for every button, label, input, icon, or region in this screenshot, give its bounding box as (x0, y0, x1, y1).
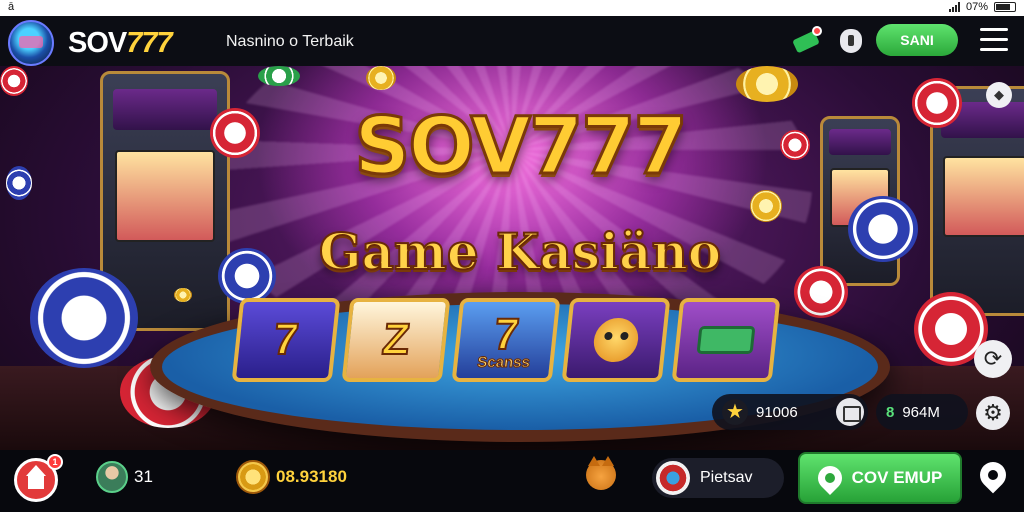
brand-wordmark[interactable]: SOV777 (68, 27, 173, 60)
reel-symbol: Z (379, 314, 413, 365)
brand-text-yellow: 777 (126, 27, 172, 59)
cat-icon[interactable] (586, 456, 616, 490)
battery-icon (994, 2, 1016, 12)
casino-chip (258, 66, 300, 86)
gem-counter[interactable]: 8 964M (876, 394, 968, 430)
join-button[interactable]: COV EMUP (798, 452, 962, 504)
status-right: 07% (948, 1, 1016, 13)
gem-icon: 8 (886, 403, 895, 421)
wallet-icon[interactable] (836, 398, 864, 426)
reel-symbol: 7 (270, 314, 302, 365)
reel-3: 7 Scanss (451, 298, 561, 382)
avatar[interactable] (96, 461, 128, 493)
casino-chip (218, 248, 276, 304)
top-app-bar: SOV777 Nasnino o Terbaik SANI (0, 16, 1024, 66)
casino-chip (912, 78, 962, 128)
reel-symbol: 7 (491, 309, 523, 360)
menu-icon[interactable] (980, 28, 1008, 52)
star-icon: ★ (722, 399, 748, 425)
tagline: Nasnino o Terbaik (226, 33, 354, 50)
wheel-icon (656, 461, 690, 495)
shield-icon[interactable] (838, 28, 864, 54)
casino-chip (6, 166, 32, 200)
hero-subtitle: Game Kasiäno (318, 221, 722, 282)
slot-reels: 7 Z 7 Scanss (231, 298, 796, 382)
coin-icon[interactable] (236, 460, 270, 494)
casino-chip (736, 66, 798, 102)
status-left-glyph: ā (8, 1, 15, 13)
hero-title: SOV777 (353, 101, 690, 194)
battery-percent: 07% (965, 1, 988, 13)
reel-1: 7 (231, 298, 341, 382)
casino-chip (174, 288, 192, 302)
bottom-nav-bar: 1 31 08.93180 Pietsav COV EMUP (0, 450, 1024, 512)
player-pill[interactable]: Pietsav (652, 458, 784, 498)
player-level: 31 (134, 467, 153, 486)
signal-icon (948, 2, 960, 12)
casino-chip (210, 108, 260, 158)
refresh-icon[interactable]: ⟳ (974, 340, 1012, 378)
cash-icon (696, 326, 756, 354)
reel-2: Z (341, 298, 451, 382)
coin-counter-value: 91006 (756, 403, 798, 421)
heart-icon (812, 461, 847, 495)
player-name: Pietsav (700, 469, 753, 486)
casino-chip (366, 66, 396, 90)
money-icon[interactable] (792, 26, 822, 54)
location-icon[interactable] (974, 456, 1012, 496)
balance-value: 08.93180 (276, 467, 347, 486)
fox-icon (591, 318, 641, 362)
signin-button[interactable]: SANI (876, 24, 958, 56)
reel-caption: Scanss (476, 353, 531, 371)
reel-5 (671, 298, 781, 382)
status-bar: ā 07% (0, 0, 1024, 16)
brand-text-white: SOV (68, 27, 127, 59)
gem-counter-value: 964M (902, 403, 940, 421)
notification-badge: 1 (47, 454, 63, 470)
casino-chip (750, 190, 782, 222)
reel-4 (561, 298, 671, 382)
app-logo[interactable] (8, 20, 54, 66)
casino-chip (848, 196, 918, 262)
join-button-label: COV EMUP (851, 468, 943, 487)
gear-icon[interactable]: ⚙ (976, 396, 1010, 430)
casino-chip (0, 66, 28, 96)
diamond-icon[interactable]: ◆ (986, 82, 1012, 108)
casino-chip (30, 268, 138, 368)
casino-chip (780, 130, 810, 160)
casino-chip (794, 266, 848, 318)
hero-banner[interactable]: SOV777 Game Kasiäno 7 Z 7 Scanss ◆ ⟳ ★ 9… (0, 66, 1024, 450)
